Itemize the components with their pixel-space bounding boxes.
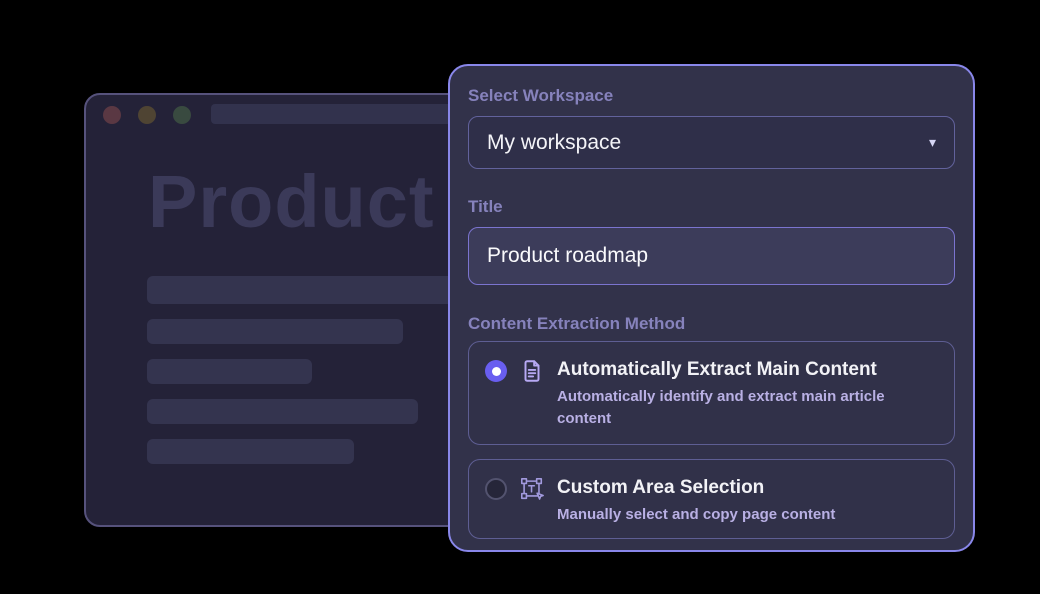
document-icon bbox=[519, 358, 545, 389]
title-label: Title bbox=[468, 197, 955, 217]
placeholder-bar bbox=[147, 399, 418, 424]
placeholder-bar bbox=[147, 359, 312, 384]
window-controls bbox=[103, 106, 191, 124]
chevron-down-icon: ▾ bbox=[929, 134, 936, 151]
option-title: Automatically Extract Main Content bbox=[557, 358, 917, 382]
workspace-select[interactable]: My workspace ▾ bbox=[468, 116, 955, 169]
placeholder-bar bbox=[147, 319, 403, 344]
option-description: Automatically identify and extract main … bbox=[557, 386, 917, 430]
title-input[interactable]: Product roadmap bbox=[468, 227, 955, 285]
option-auto-extract[interactable]: Automatically Extract Main Content Autom… bbox=[468, 341, 955, 445]
workspace-label: Select Workspace bbox=[468, 86, 955, 106]
radio-auto-extract[interactable] bbox=[485, 360, 507, 382]
option-title: Custom Area Selection bbox=[557, 476, 835, 500]
title-input-value: Product roadmap bbox=[487, 244, 648, 268]
radio-custom-area[interactable] bbox=[485, 478, 507, 500]
extraction-method-label: Content Extraction Method bbox=[468, 314, 955, 334]
option-auto-extract-text: Automatically Extract Main Content Autom… bbox=[557, 355, 917, 430]
save-clip-panel: Select Workspace My workspace ▾ Title Pr… bbox=[448, 64, 975, 552]
option-description: Manually select and copy page content bbox=[557, 504, 835, 526]
minimize-window-icon[interactable] bbox=[138, 106, 156, 124]
placeholder-bar bbox=[147, 439, 354, 464]
close-window-icon[interactable] bbox=[103, 106, 121, 124]
workspace-selected-value: My workspace bbox=[487, 131, 621, 155]
zoom-window-icon[interactable] bbox=[173, 106, 191, 124]
option-custom-area-text: Custom Area Selection Manually select an… bbox=[557, 473, 835, 526]
page-title: Product bbox=[148, 159, 435, 244]
option-custom-area[interactable]: Custom Area Selection Manually select an… bbox=[468, 459, 955, 539]
area-selection-icon bbox=[519, 476, 545, 507]
